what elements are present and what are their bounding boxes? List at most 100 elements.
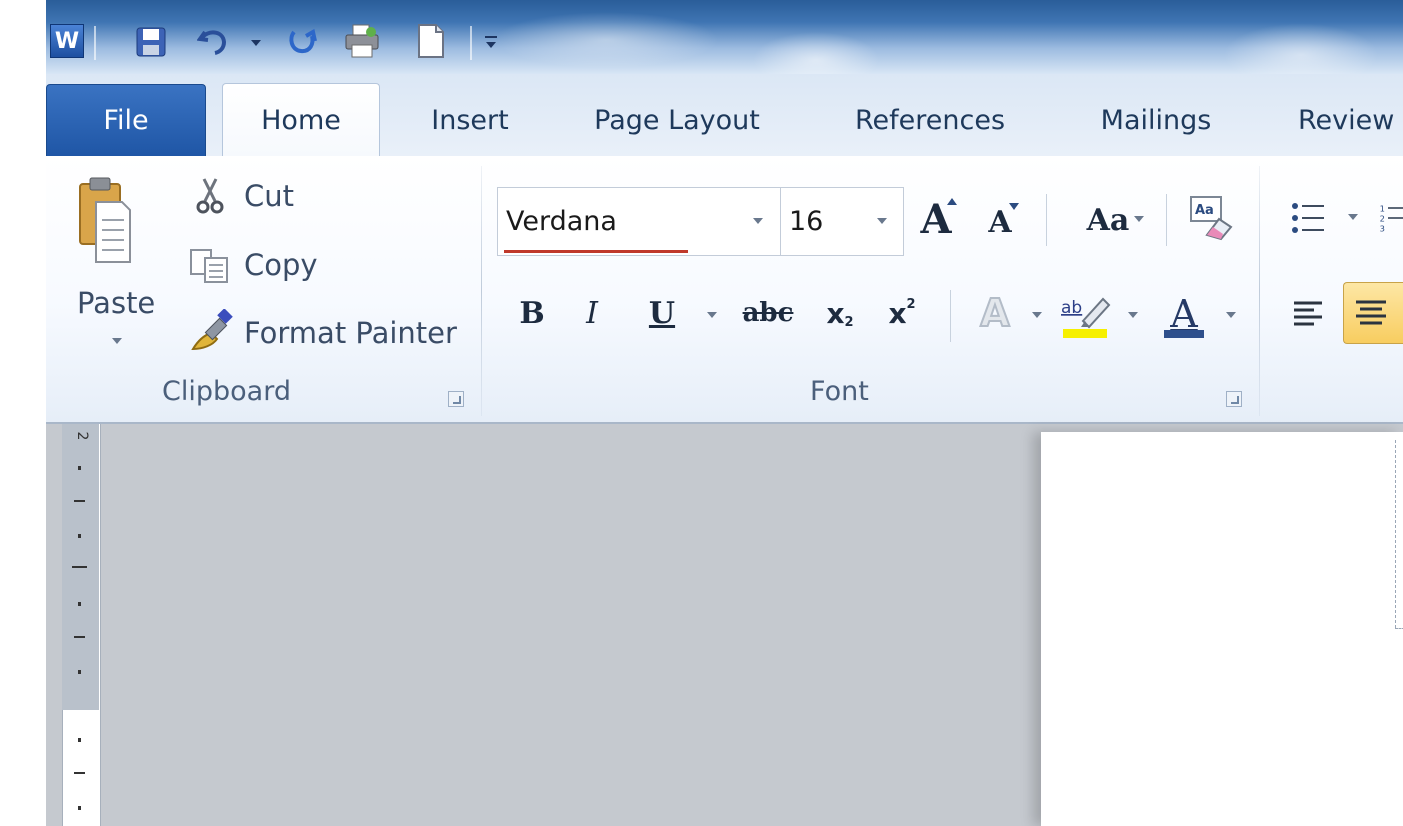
paste-label[interactable]: Paste: [77, 286, 155, 320]
clear-formatting-icon[interactable]: Aa: [1184, 192, 1236, 244]
tab-review[interactable]: Review: [1298, 84, 1403, 156]
superscript-marker: 2: [906, 296, 916, 312]
underline-glyph: U: [648, 295, 676, 331]
group-separator: [481, 166, 482, 416]
copy-label[interactable]: Copy: [244, 248, 318, 282]
bold-button[interactable]: B: [510, 288, 554, 338]
format-painter-icon[interactable]: [188, 308, 236, 354]
font-color-button[interactable]: A: [1158, 286, 1210, 342]
tab-references-label: References: [854, 104, 1006, 136]
change-case-glyph: Aa: [1086, 202, 1130, 238]
print-icon[interactable]: [342, 22, 382, 60]
tab-insert[interactable]: Insert: [420, 84, 520, 156]
cut-label[interactable]: Cut: [244, 179, 294, 213]
font-separator-1: [1046, 194, 1047, 246]
subscript-glyph: x: [826, 296, 845, 330]
redo-icon[interactable]: [284, 24, 320, 58]
shrink-font-icon[interactable]: A: [980, 200, 1020, 244]
paste-dropdown-icon[interactable]: [112, 338, 122, 344]
spellcheck-underline: [504, 250, 688, 253]
group-separator-2: [1259, 166, 1260, 416]
font-group-label: Font: [810, 376, 869, 407]
bullets-dropdown-icon[interactable]: [1348, 214, 1358, 220]
format-painter-label[interactable]: Format Painter: [244, 316, 457, 350]
ruler-tick: [74, 500, 85, 502]
ruler-tick: [78, 806, 81, 810]
qat-separator: [94, 26, 96, 60]
clipboard-group-label: Clipboard: [162, 376, 291, 407]
qat-separator-2: [470, 26, 472, 60]
align-left-icon[interactable]: [1286, 292, 1330, 336]
svg-text:3: 3: [1380, 223, 1385, 233]
numbering-icon[interactable]: 123: [1378, 196, 1403, 240]
ruler-tick: [78, 670, 81, 674]
tab-home[interactable]: Home: [222, 83, 380, 156]
font-size-combobox[interactable]: 16: [780, 187, 904, 256]
italic-glyph: I: [586, 295, 598, 331]
undo-dropdown-icon[interactable]: [251, 40, 261, 46]
ruler-tick: [78, 738, 81, 742]
title-bar: W: [46, 0, 1403, 74]
tab-page-layout-label: Page Layout: [594, 104, 760, 136]
document-page[interactable]: [1041, 432, 1403, 826]
align-center-button[interactable]: [1343, 282, 1403, 344]
text-effects-dropdown-icon[interactable]: [1032, 312, 1042, 318]
bold-glyph: B: [519, 295, 545, 331]
tab-file-label: File: [103, 105, 149, 136]
grow-font-icon[interactable]: A: [914, 194, 958, 244]
font-color-dropdown-icon[interactable]: [1226, 312, 1236, 318]
svg-text:1: 1: [1380, 203, 1385, 213]
ruler-tick: [74, 636, 85, 638]
ruler-number-2: 2: [74, 431, 90, 441]
save-icon[interactable]: [134, 25, 168, 59]
font-size-dropdown-icon[interactable]: [877, 218, 887, 224]
underline-dropdown-icon[interactable]: [707, 312, 717, 318]
bullets-icon[interactable]: [1288, 196, 1328, 240]
font-separator-3: [950, 290, 951, 342]
ruler-tick: [78, 466, 81, 470]
svg-text:Aa: Aa: [1195, 203, 1214, 218]
tab-references[interactable]: References: [846, 84, 1014, 156]
text-effects-glyph: A: [979, 290, 1010, 336]
tab-mailings[interactable]: Mailings: [1092, 84, 1220, 156]
subscript-button[interactable]: x 2: [816, 290, 864, 336]
ruler-tick: [72, 566, 87, 568]
clipboard-dialog-launcher-icon[interactable]: [448, 391, 464, 407]
text-effects-button[interactable]: A: [968, 288, 1022, 338]
font-color-swatch: [1164, 330, 1204, 338]
svg-text:2: 2: [1380, 213, 1385, 223]
customize-qat-icon[interactable]: [482, 30, 500, 54]
font-separator-2: [1166, 194, 1167, 246]
change-case-dropdown-icon[interactable]: [1134, 216, 1144, 222]
strikethrough-button[interactable]: abc: [736, 290, 800, 336]
cut-icon[interactable]: [193, 176, 227, 216]
svg-text:ab: ab: [1061, 298, 1082, 318]
highlight-dropdown-icon[interactable]: [1128, 312, 1138, 318]
copy-icon[interactable]: [188, 246, 232, 286]
italic-button[interactable]: I: [572, 288, 612, 338]
highlight-button[interactable]: ab: [1058, 286, 1114, 342]
subscript-marker: 2: [844, 314, 854, 330]
font-name-dropdown-icon[interactable]: [753, 218, 763, 224]
ruler-tick: [78, 534, 81, 538]
word-window: W File Home Insert Page Layout Reference…: [46, 0, 1403, 826]
underline-button[interactable]: U: [642, 288, 682, 338]
tab-home-label: Home: [261, 104, 341, 136]
font-name-combobox[interactable]: Verdana: [497, 187, 781, 256]
ruler-tick: [78, 602, 81, 606]
font-size-value: 16: [789, 206, 824, 237]
superscript-glyph: x: [888, 296, 907, 330]
text-boundary-corner: [1395, 628, 1403, 629]
change-case-button[interactable]: Aa: [1068, 196, 1148, 244]
tab-review-label: Review: [1298, 104, 1395, 136]
font-dialog-launcher-icon[interactable]: [1226, 391, 1242, 407]
undo-icon[interactable]: [196, 24, 232, 58]
superscript-button[interactable]: x 2: [878, 290, 926, 336]
tab-mailings-label: Mailings: [1100, 104, 1212, 136]
tab-page-layout[interactable]: Page Layout: [584, 84, 770, 156]
word-icon[interactable]: W: [50, 24, 84, 58]
paste-icon[interactable]: [76, 172, 132, 268]
tab-file[interactable]: File: [46, 84, 206, 156]
tab-insert-label: Insert: [431, 104, 509, 136]
new-document-icon[interactable]: [414, 22, 448, 60]
